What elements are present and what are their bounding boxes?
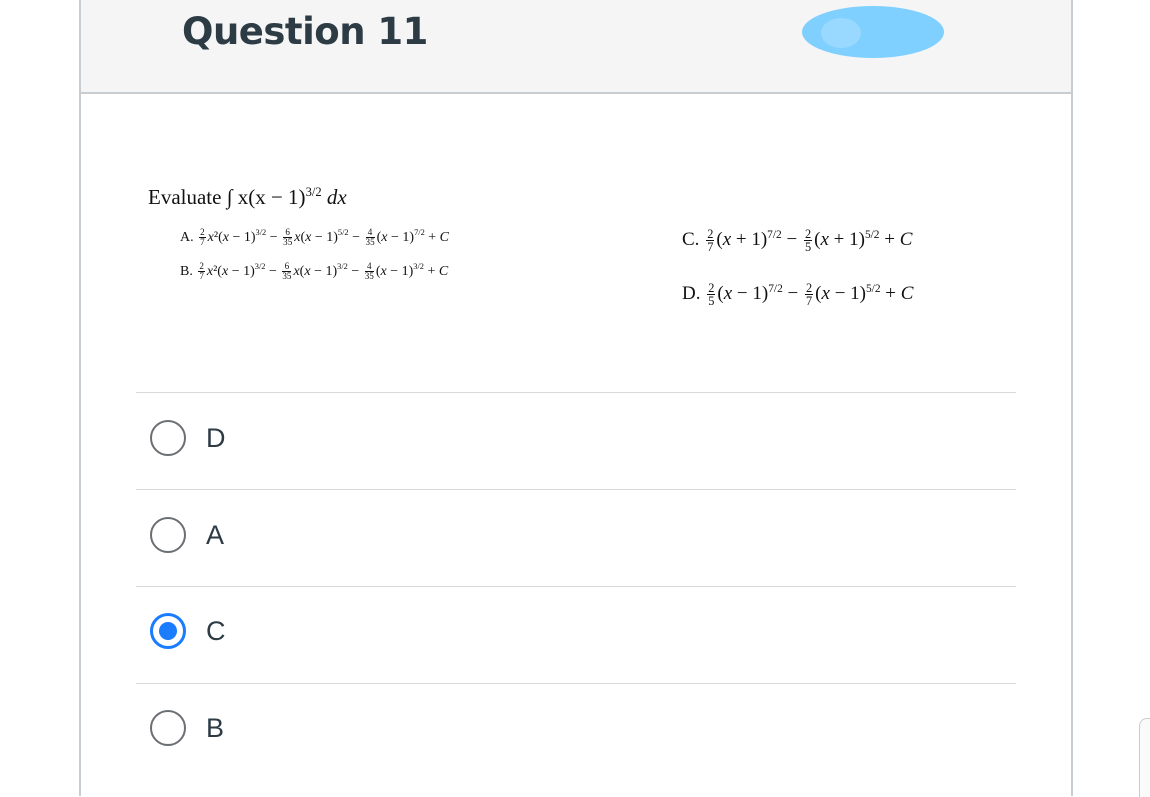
divider xyxy=(136,489,1016,490)
scrollbar-edge[interactable] xyxy=(1139,718,1150,797)
answer-label: C xyxy=(206,615,226,646)
option-d-text: D. 2 5 (x − 1)7/2 − 2 7 (x − 1)5/2 + C xyxy=(682,281,914,309)
answer-option-b[interactable]: B xyxy=(150,708,224,748)
answer-label: A xyxy=(206,519,225,550)
answer-option-d[interactable]: D xyxy=(150,418,226,458)
question-prompt: Evaluate ∫ x(x − 1)3/2 dx xyxy=(148,185,347,210)
answer-option-c[interactable]: C xyxy=(150,611,226,651)
radio-button[interactable] xyxy=(150,710,186,746)
answer-label: D xyxy=(206,422,226,453)
divider xyxy=(136,586,1016,587)
option-b-text: B. 2 7 x²(x − 1)3/2 − 6 35 x(x − 1)3/2 − 4 35… xyxy=(180,261,449,282)
answer-option-a[interactable]: A xyxy=(150,515,224,555)
radio-button-selected[interactable] xyxy=(150,613,186,649)
answer-label: B xyxy=(206,712,225,743)
radio-button[interactable] xyxy=(150,517,186,553)
option-c-text: C. 2 7 (x + 1)7/2 − 2 5 (x + 1)5/2 + C xyxy=(682,227,913,255)
option-a-text: A. 2 7 x²(x − 1)3/2 − 6 35 x(x − 1)5/2 − 4 35… xyxy=(180,227,450,248)
prompt-expression: ∫ x(x − 1)3/2 dx xyxy=(226,185,347,209)
question-image: Evaluate ∫ x(x − 1)3/2 dx A. 2 7 x²(x − 1)… xyxy=(0,0,1150,340)
radio-button[interactable] xyxy=(150,420,186,456)
divider xyxy=(136,683,1016,684)
divider xyxy=(136,392,1016,393)
prompt-label: Evaluate xyxy=(148,185,222,209)
